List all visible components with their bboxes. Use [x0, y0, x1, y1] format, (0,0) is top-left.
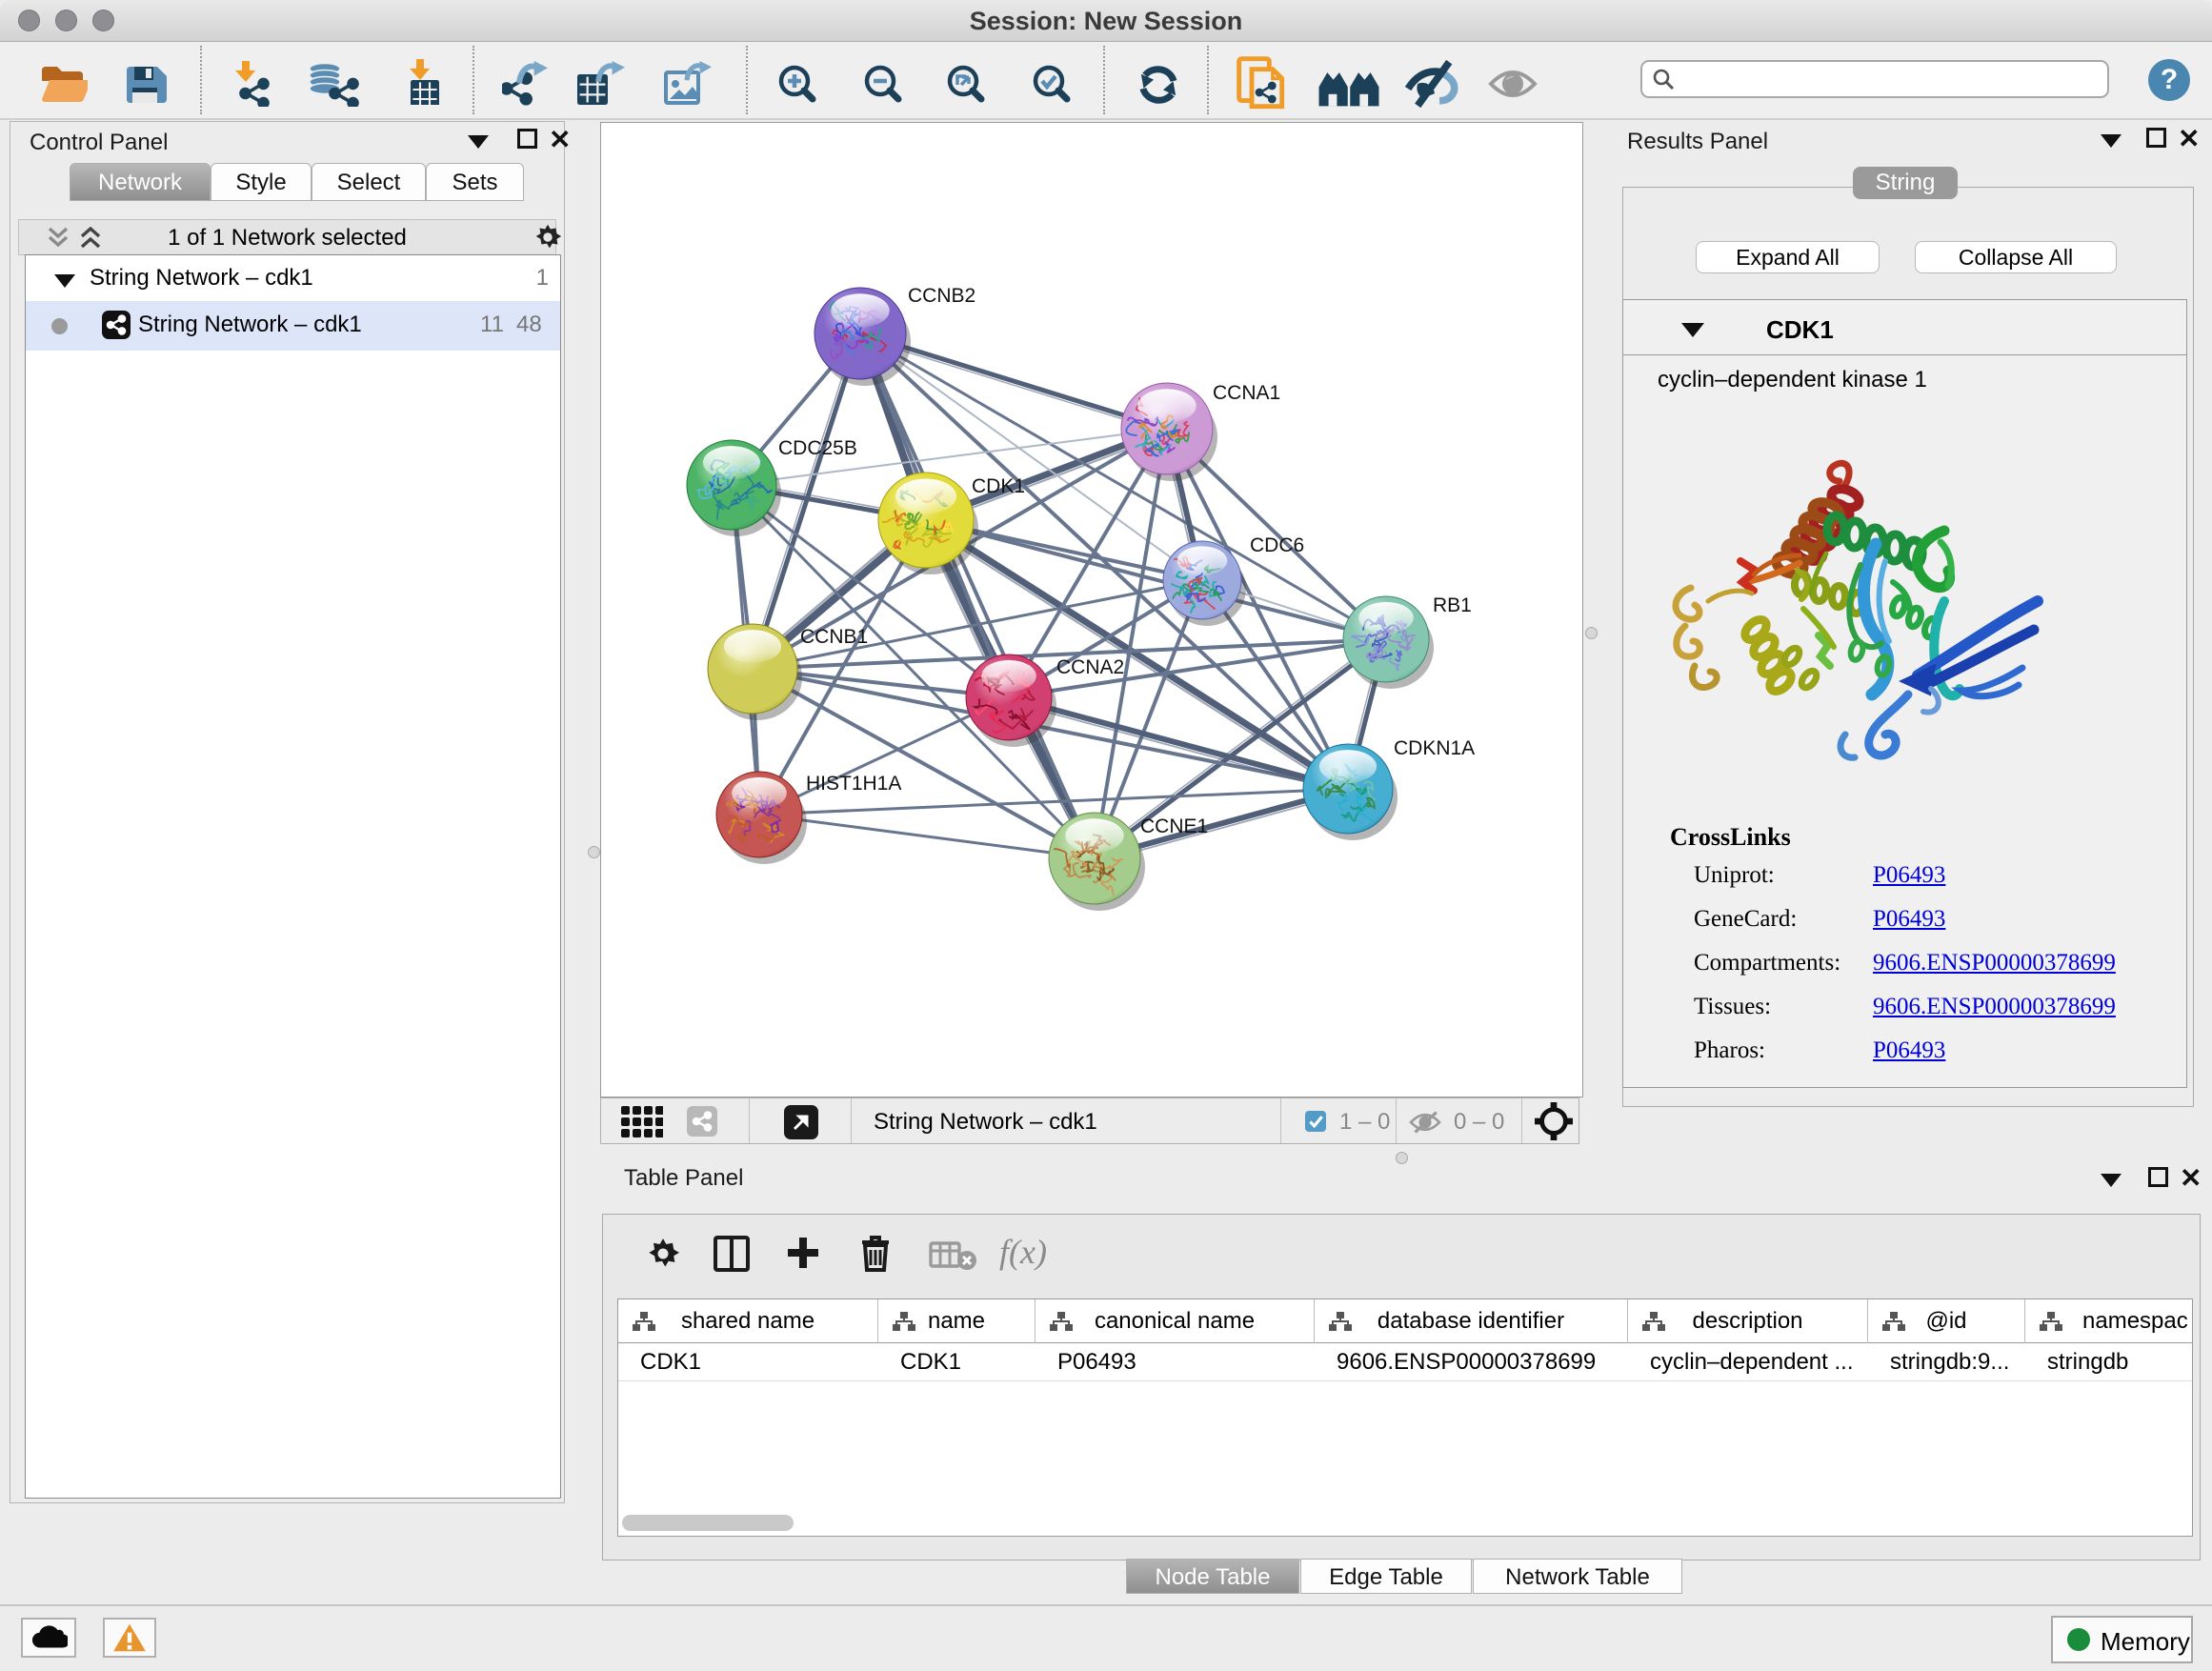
svg-text:CCNB2: CCNB2 [908, 285, 975, 307]
svg-text:CDC6: CDC6 [1250, 534, 1304, 556]
svg-text:CCNA2: CCNA2 [1056, 656, 1124, 678]
svg-text:CCNA1: CCNA1 [1213, 382, 1280, 404]
svg-text:CDK1: CDK1 [972, 475, 1025, 497]
svg-text:RB1: RB1 [1433, 594, 1472, 616]
svg-text:HIST1H1A: HIST1H1A [806, 773, 901, 795]
svg-text:CDC25B: CDC25B [778, 437, 857, 459]
svg-text:CCNB1: CCNB1 [800, 626, 868, 648]
svg-text:CDKN1A: CDKN1A [1394, 737, 1475, 759]
svg-text:CCNE1: CCNE1 [1140, 815, 1208, 837]
